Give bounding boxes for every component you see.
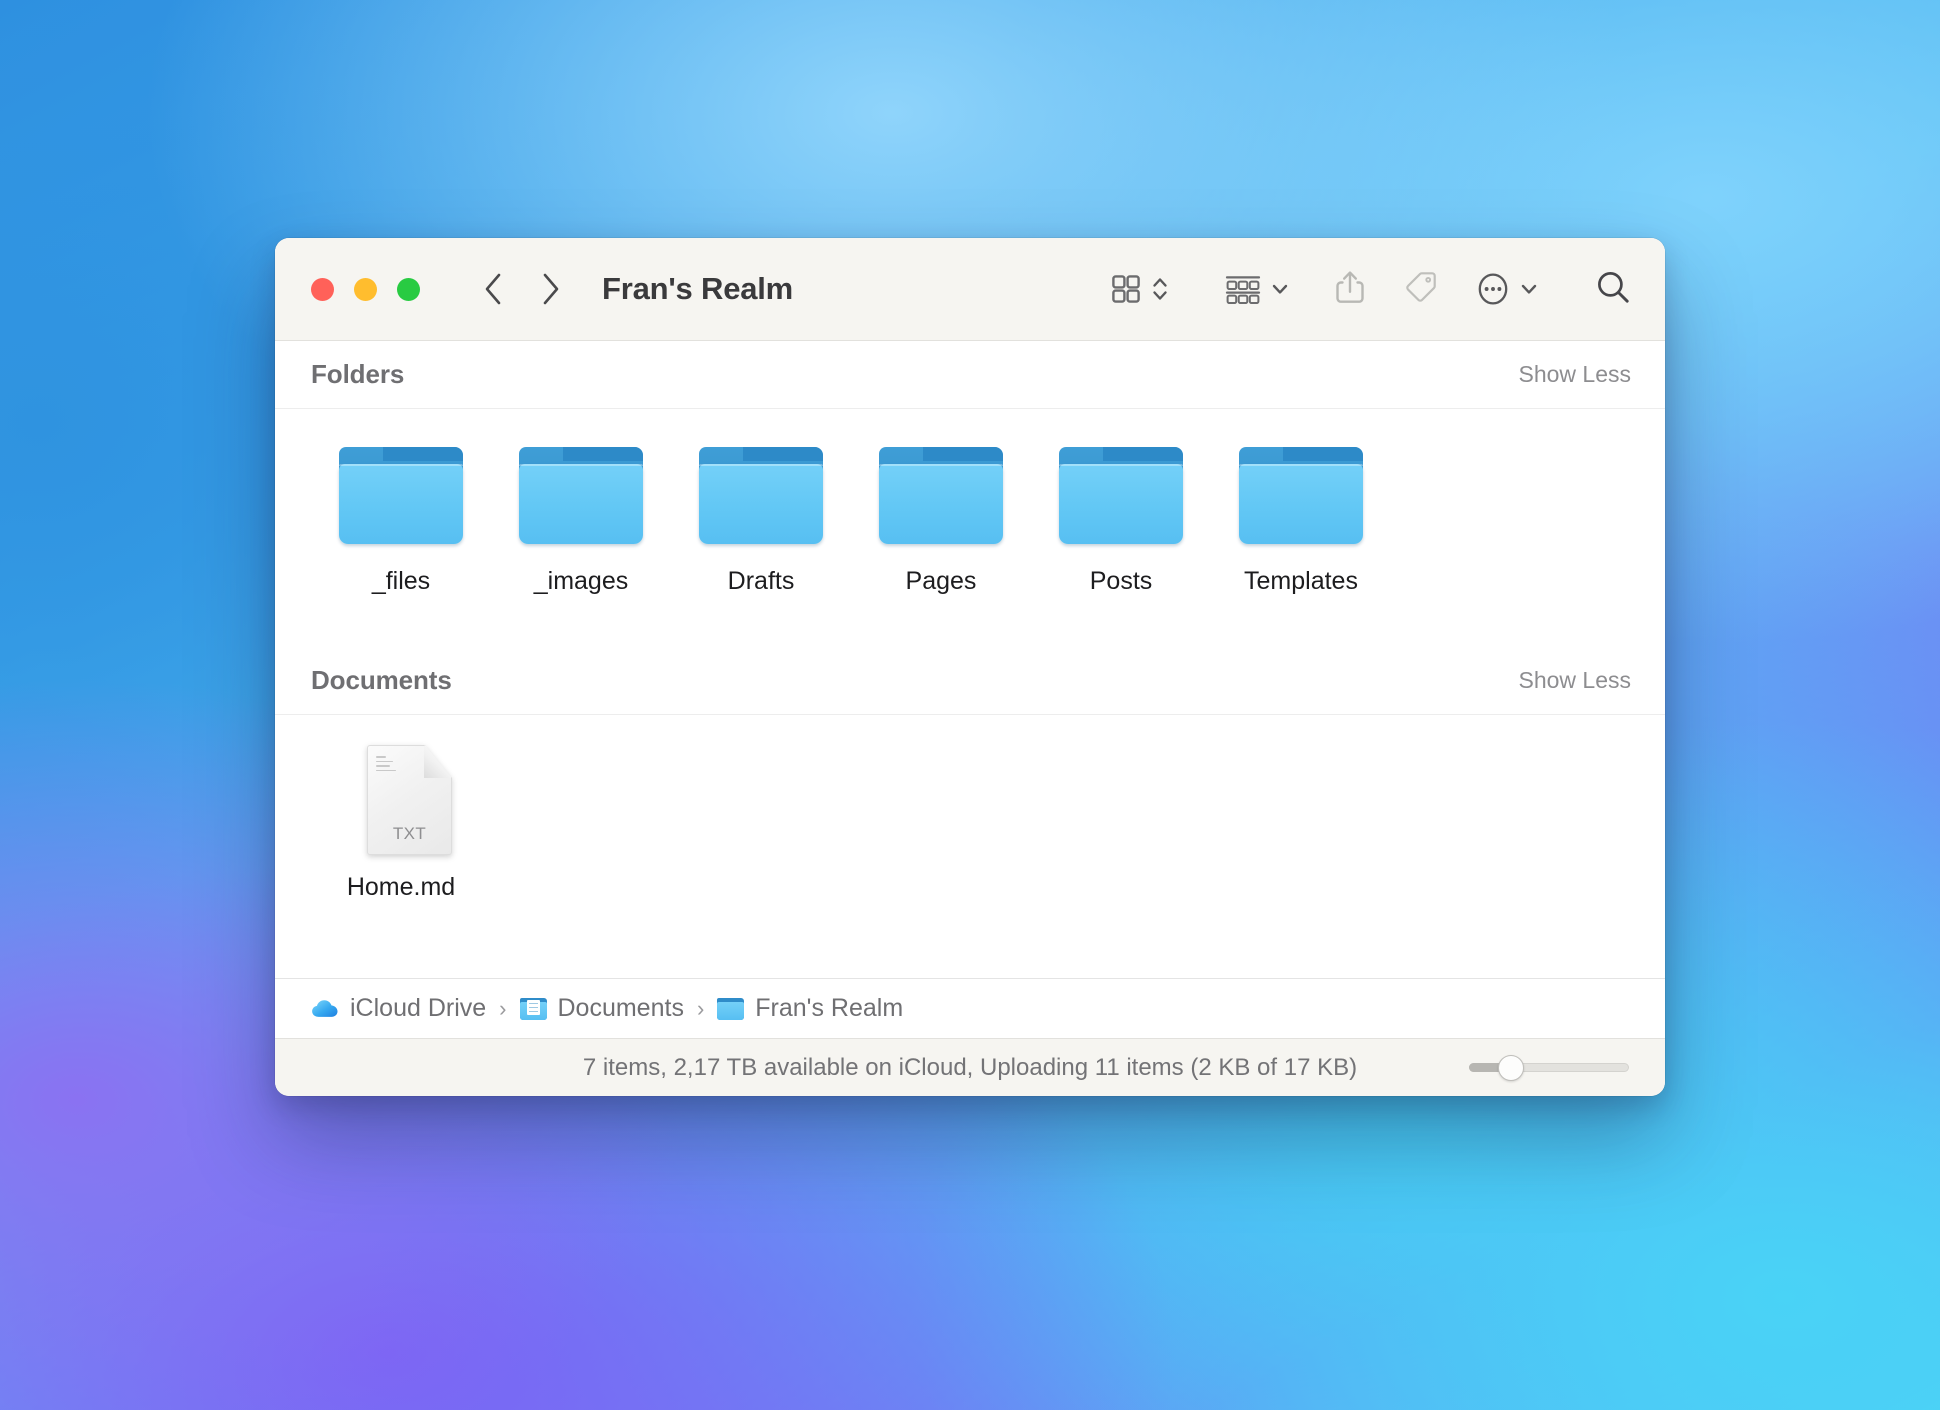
breadcrumb-label: Fran's Realm xyxy=(755,994,904,1022)
back-button[interactable] xyxy=(478,272,508,306)
text-document-icon: TXT xyxy=(367,745,452,855)
folder-item[interactable]: Templates xyxy=(1211,443,1391,647)
share-upload-icon xyxy=(1334,269,1366,310)
document-label: Home.md xyxy=(346,873,456,901)
chevron-down-icon xyxy=(1270,279,1290,299)
folder-item[interactable]: _files xyxy=(311,443,491,647)
breadcrumb-separator: › xyxy=(499,995,507,1021)
grid-view-icon xyxy=(1110,273,1142,305)
folder-icon xyxy=(879,447,1003,544)
ellipsis-circle-icon xyxy=(1476,271,1510,307)
section-header-folders: Folders Show Less xyxy=(275,341,1665,409)
folder-icon xyxy=(339,447,463,544)
show-less-toggle-documents[interactable]: Show Less xyxy=(1518,667,1631,694)
folder-icon xyxy=(519,447,643,544)
breadcrumb-item-current-folder[interactable]: Fran's Realm xyxy=(717,994,903,1023)
folder-icon-box xyxy=(1059,443,1183,547)
magnifier-icon xyxy=(1595,269,1631,310)
maximize-button[interactable] xyxy=(397,277,420,301)
folder-item[interactable]: _images xyxy=(491,443,671,647)
folder-label: Pages xyxy=(905,567,977,595)
breadcrumb-label: Documents xyxy=(557,994,684,1022)
tags-button[interactable] xyxy=(1404,270,1438,309)
breadcrumb: iCloud Drive › Documents › Fran's Realm xyxy=(275,978,1665,1038)
traffic-light-controls xyxy=(311,277,420,301)
document-extension-label: TXT xyxy=(392,824,427,843)
page-title: Fran's Realm xyxy=(602,271,794,306)
folder-item[interactable]: Drafts xyxy=(671,443,851,647)
folder-icon xyxy=(1059,447,1183,544)
search-button[interactable] xyxy=(1595,269,1631,310)
section-title: Folders xyxy=(311,359,405,389)
slider-thumb[interactable] xyxy=(1497,1054,1524,1081)
folder-icon xyxy=(717,997,745,1020)
share-button[interactable] xyxy=(1334,269,1366,310)
documents-grid: TXT Home.md xyxy=(275,715,1665,978)
folder-label: Drafts xyxy=(727,567,795,595)
breadcrumb-separator: › xyxy=(696,995,705,1021)
forward-button[interactable] xyxy=(536,272,566,306)
folder-icon-box xyxy=(699,443,823,547)
chevron-down-icon xyxy=(1519,279,1539,299)
folder-label: _files xyxy=(371,567,431,595)
icloud-cloud-icon xyxy=(312,999,338,1017)
document-item[interactable]: TXT Home.md xyxy=(311,745,491,978)
chevron-left-icon xyxy=(485,273,501,305)
section-title: Documents xyxy=(311,665,452,695)
view-mode-button[interactable] xyxy=(1110,273,1169,305)
folders-grid: _files _images Drafts Pages Posts Templa… xyxy=(275,409,1665,647)
folder-icon-box xyxy=(339,443,463,547)
finder-window: Fran's Realm Folders Show Less _files _i… xyxy=(275,238,1665,1096)
folder-icon xyxy=(699,447,823,544)
toolbar-actions xyxy=(1110,269,1631,310)
icon-size-slider[interactable] xyxy=(1469,1054,1629,1081)
group-by-button[interactable] xyxy=(1225,273,1290,305)
navigation-buttons xyxy=(478,272,566,306)
close-button[interactable] xyxy=(311,277,334,301)
folder-label: Templates xyxy=(1244,567,1358,595)
folder-icon-box xyxy=(519,443,643,547)
status-text: 7 items, 2,17 TB available on iCloud, Up… xyxy=(582,1053,1358,1081)
document-icon-box: TXT xyxy=(339,745,463,855)
folder-label: _images xyxy=(533,567,629,595)
folder-icon-box xyxy=(1239,443,1363,547)
breadcrumb-label: iCloud Drive xyxy=(350,994,487,1022)
status-bar: 7 items, 2,17 TB available on iCloud, Up… xyxy=(275,1038,1665,1096)
folder-icon xyxy=(1239,447,1363,544)
folder-icon-box xyxy=(879,443,1003,547)
view-mode-stepper-icon xyxy=(1151,273,1169,305)
folder-item[interactable]: Posts xyxy=(1031,443,1211,647)
breadcrumb-item-icloud-drive[interactable]: iCloud Drive xyxy=(311,994,486,1023)
breadcrumb-item-documents[interactable]: Documents xyxy=(519,994,684,1023)
documents-folder-icon xyxy=(519,997,547,1020)
folder-item[interactable]: Pages xyxy=(851,443,1031,647)
section-header-documents: Documents Show Less xyxy=(275,647,1665,715)
show-less-toggle-folders[interactable]: Show Less xyxy=(1518,361,1631,388)
more-actions-button[interactable] xyxy=(1476,271,1539,307)
window-toolbar: Fran's Realm xyxy=(275,238,1665,341)
minimize-button[interactable] xyxy=(354,277,377,301)
folder-label: Posts xyxy=(1089,567,1153,595)
tag-icon xyxy=(1404,270,1438,309)
group-rows-icon xyxy=(1225,273,1261,305)
chevron-right-icon xyxy=(543,273,559,305)
